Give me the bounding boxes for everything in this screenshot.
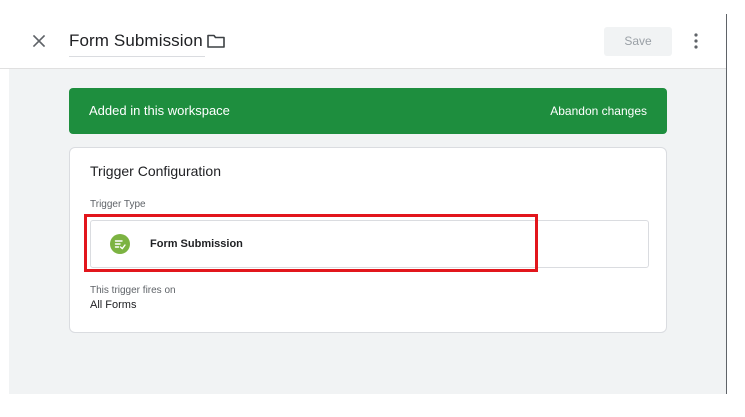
more-options-button[interactable] [688,30,704,52]
trigger-type-label: Trigger Type [90,199,146,210]
trigger-name-field[interactable]: Form Submission [69,30,205,57]
fires-on-label: This trigger fires on [90,285,176,296]
trigger-type-value: Form Submission [150,238,243,250]
trigger-editor-page: Form Submission Save Added in this works… [0,0,745,417]
abandon-changes-button[interactable]: Abandon changes [550,88,647,134]
panel-divider [726,14,727,394]
folder-icon [207,34,225,48]
workspace-status-banner: Added in this workspace Abandon changes [69,88,667,134]
fires-on-value: All Forms [90,299,137,311]
trigger-configuration-card: Trigger Configuration Trigger Type Form … [69,147,667,333]
save-button[interactable]: Save [604,27,672,56]
form-submission-icon [110,234,130,254]
trigger-name-text: Form Submission [69,31,203,50]
close-icon [32,34,46,48]
trigger-type-selector[interactable]: Form Submission [90,220,649,268]
more-vert-icon [694,33,698,49]
close-button[interactable] [28,30,50,52]
banner-message: Added in this workspace [89,103,230,118]
card-title: Trigger Configuration [90,163,221,179]
folder-button[interactable] [205,31,227,51]
editor-header: Form Submission Save [0,0,726,69]
